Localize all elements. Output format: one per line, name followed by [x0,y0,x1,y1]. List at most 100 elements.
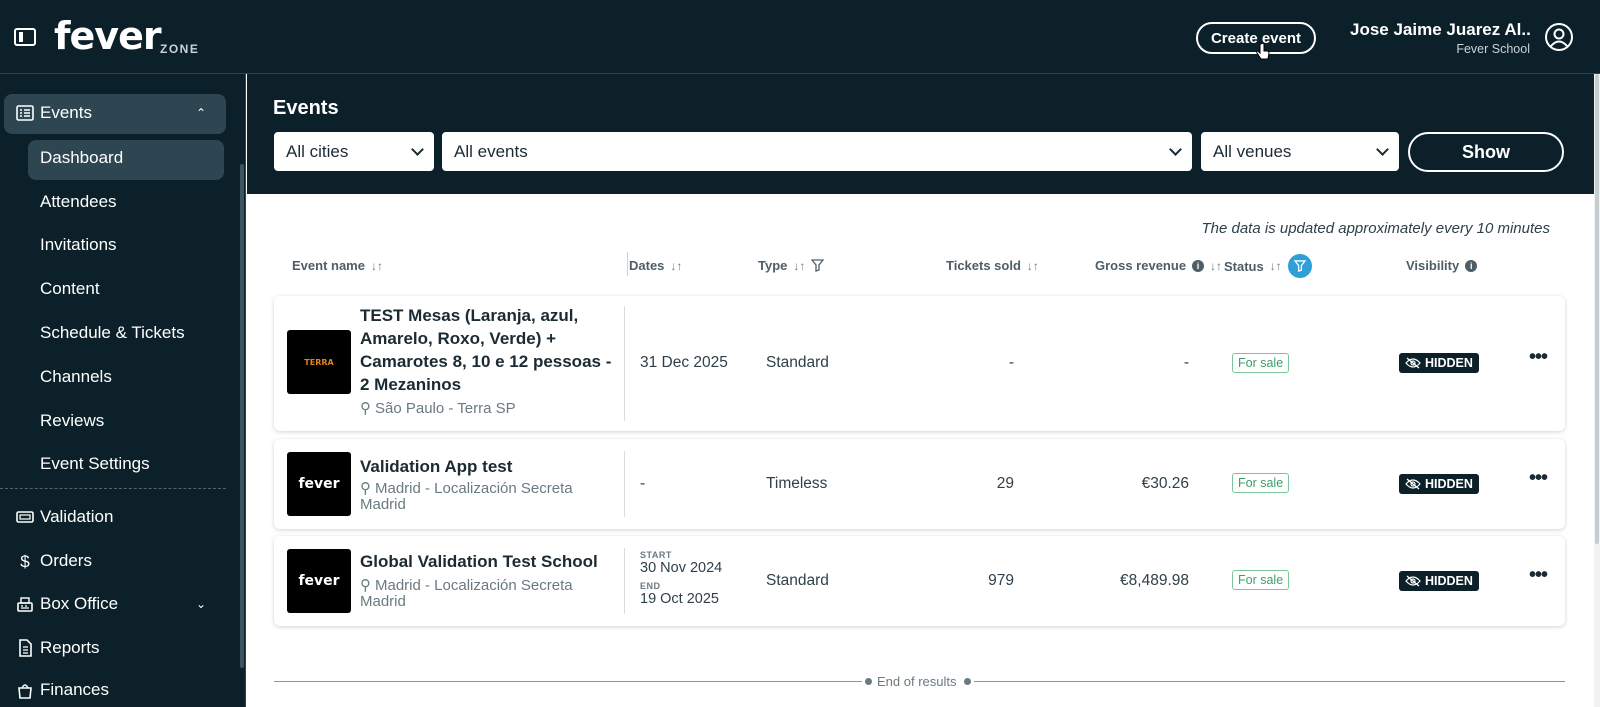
sidebar-item-invitations[interactable]: Invitations [40,235,117,255]
sidebar-scrollbar[interactable] [240,164,244,668]
sidebar-item-reports[interactable]: Reports [16,638,100,658]
column-header-visibility-label: Visibility [1406,258,1460,273]
bag-icon [18,684,32,699]
sidebar-item-box-office[interactable]: Box Office [16,594,118,614]
sort-icon[interactable]: ↓↑ [793,259,805,273]
status-badge: For sale [1232,353,1290,373]
sidebar-item-reports-label: Reports [40,638,100,657]
table-row[interactable]: fever Global Validation Test School ⚲ Mad… [274,536,1565,626]
logo-zone-label: ZONE [160,42,200,56]
venue-select[interactable]: All venues [1201,132,1399,171]
sidebar-divider [0,488,226,489]
eye-off-icon [1405,478,1421,490]
sidebar-toggle-icon[interactable] [14,28,36,46]
row-divider [624,306,625,421]
sidebar-item-channels[interactable]: Channels [40,367,112,387]
event-location-text: Madrid - Localización Secreta Madrid [360,480,573,513]
column-header-event-name[interactable]: Event name ↓↑ [292,258,383,273]
chevron-down-icon [1169,143,1182,156]
header-divider [627,252,628,276]
event-thumbnail[interactable]: fever [287,549,351,613]
end-dot [865,678,872,685]
sidebar-item-validation[interactable]: Validation [16,507,113,527]
user-avatar-icon[interactable] [1544,22,1574,52]
sidebar-item-attendees[interactable]: Attendees [40,192,117,212]
event-thumbnail[interactable]: fever [287,452,351,516]
sidebar-item-validation-label: Validation [40,507,114,526]
visibility-text: HIDDEN [1425,477,1473,491]
event-location: ⚲ Madrid - Localización Secreta Madrid [360,578,600,610]
hand-cursor-icon [1256,43,1270,60]
eye-off-icon [1405,575,1421,587]
column-header-dates[interactable]: Dates ↓↑ [629,258,682,273]
info-icon[interactable]: i [1465,259,1478,272]
sort-icon[interactable]: ↓↑ [371,259,383,273]
more-options-icon[interactable]: ••• [1529,346,1548,369]
top-bar: fever ZONE Create event Jose Jaime Juare… [0,0,1600,74]
sort-icon[interactable]: ↓↑ [670,259,682,273]
location-pin-icon: ⚲ [360,400,371,417]
sidebar-events-label-row: Events [16,103,92,123]
end-divider-left [274,681,862,682]
sidebar-item-dashboard-label[interactable]: Dashboard [40,148,123,168]
tickets-sold: 979 [988,572,1014,589]
event-name[interactable]: Validation App test [360,455,624,478]
column-header-type[interactable]: Type ↓↑ [758,258,825,273]
main-scrollbar[interactable] [1594,74,1600,707]
user-name[interactable]: Jose Jaime Juarez Al... [1350,20,1530,40]
event-date: - [640,475,646,492]
gross-revenue: - [1183,354,1189,371]
gross-revenue: €8,489.98 [1120,572,1189,589]
update-note: The data is updated approximately every … [1201,220,1550,237]
fever-logo[interactable]: fever [54,14,162,58]
chevron-down-icon[interactable]: ⌄ [196,597,206,611]
event-name[interactable]: TEST Mesas (Laranja, azul, Amarelo, Roxo… [360,304,624,396]
column-header-status-label: Status [1224,258,1264,274]
table-row[interactable]: fever Validation App test ⚲ Madrid - Loca… [274,439,1565,529]
column-header-visibility[interactable]: Visibility i [1406,258,1478,273]
start-label: START [640,550,672,560]
sidebar-item-box-office-label: Box Office [40,594,119,613]
column-header-type-label: Type [758,258,788,273]
sidebar-item-content[interactable]: Content [40,279,100,299]
column-header-tickets-label: Tickets sold [946,258,1021,273]
ticket-icon [16,511,34,523]
event-type: Standard [766,354,829,371]
sidebar-item-orders-label: Orders [40,551,92,570]
sidebar-item-finances-label: Finances [40,680,109,699]
event-name[interactable]: Global Validation Test School [360,550,624,573]
column-header-gross-revenue[interactable]: Gross revenue i ↓↑ [1095,258,1222,273]
sidebar-item-schedule-tickets[interactable]: Schedule & Tickets [40,323,185,343]
table-row[interactable]: TERRA TEST Mesas (Laranja, azul, Amarelo… [274,296,1565,431]
event-select-value: All events [454,142,528,161]
show-button[interactable]: Show [1408,132,1564,172]
sidebar-item-orders[interactable]: $ Orders [16,551,92,571]
column-header-revenue-label: Gross revenue [1095,258,1187,273]
sort-icon[interactable]: ↓↑ [1210,259,1222,273]
more-options-icon[interactable]: ••• [1529,467,1548,490]
event-date: 31 Dec 2025 [640,354,728,371]
column-header-status[interactable]: Status ↓↑ [1224,254,1312,278]
event-select[interactable]: All events [442,132,1192,171]
end-dot [964,678,971,685]
sort-icon[interactable]: ↓↑ [1027,259,1039,273]
filter-active-icon[interactable] [1287,254,1312,278]
sidebar-item-reviews[interactable]: Reviews [40,411,104,431]
chevron-up-icon[interactable]: ⌃ [196,106,206,120]
status-badge: For sale [1232,473,1290,493]
sidebar-item-finances[interactable]: Finances [16,680,109,700]
more-options-icon[interactable]: ••• [1529,564,1548,587]
column-header-tickets-sold[interactable]: Tickets sold ↓↑ [946,258,1039,273]
event-location: ⚲ São Paulo - Terra SP [360,401,516,417]
visibility-text: HIDDEN [1425,574,1473,588]
dollar-icon: $ [20,552,30,571]
event-thumbnail[interactable]: TERRA [287,330,351,394]
visibility-badge: HIDDEN [1399,353,1479,373]
sidebar: Events ⌃ Dashboard Attendees Invitations… [0,74,246,707]
status-badge: For sale [1232,570,1290,590]
sidebar-item-event-settings[interactable]: Event Settings [40,454,150,474]
filter-icon[interactable] [811,259,825,272]
sort-icon[interactable]: ↓↑ [1270,259,1282,273]
info-icon[interactable]: i [1192,259,1205,272]
city-select[interactable]: All cities [274,132,434,171]
